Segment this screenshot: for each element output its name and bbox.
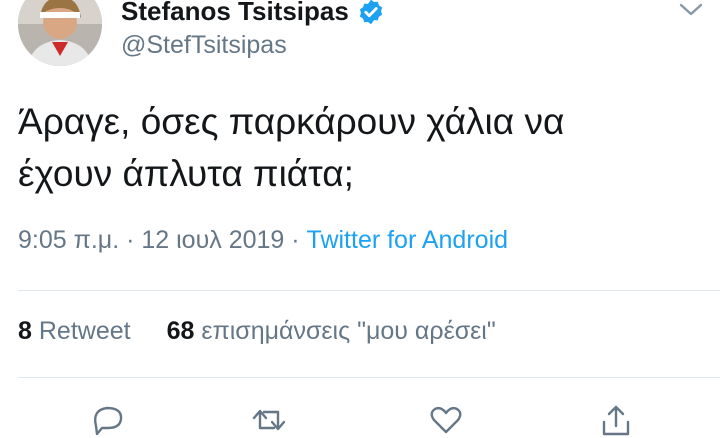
display-name[interactable]: Stefanos Tsitsipas (121, 0, 385, 27)
tweet-text: Άραγε, όσες παρκάρουν χάλια να έχουν άπλ… (18, 96, 698, 200)
tweet-text-line-1: Άραγε, όσες παρκάρουν χάλια να (18, 101, 565, 142)
display-name-text: Stefanos Tsitsipas (121, 0, 349, 26)
likes-stat[interactable]: 68 επισημάνσεις "μου αρέσει" (167, 317, 496, 345)
chevron-down-icon[interactable] (678, 2, 704, 18)
avatar[interactable] (18, 0, 102, 66)
verified-badge-icon (359, 0, 382, 24)
like-label: επισημάνσεις "μου αρέσει" (201, 317, 496, 345)
meta-separator: · (284, 226, 307, 254)
avatar-photo (18, 0, 102, 66)
retweet-icon[interactable] (250, 402, 288, 438)
heart-icon[interactable] (427, 402, 465, 438)
user-handle[interactable]: @StefTsitsipas (121, 31, 287, 60)
tweet-date[interactable]: 12 ιουλ 2019 (141, 226, 284, 254)
tweet-stats: 8 Retweet 68 επισημάνσεις "μου αρέσει" (18, 317, 496, 346)
reply-icon[interactable] (88, 402, 126, 438)
tweet-meta: 9:05 π.μ. · 12 ιουλ 2019 · Twitter for A… (18, 226, 508, 255)
retweet-count: 8 (18, 317, 32, 345)
tweet-text-line-2: έχουν άπλυτα πιάτα; (18, 153, 354, 194)
retweet-label: Retweet (38, 317, 131, 345)
divider (18, 377, 720, 378)
meta-separator: · (119, 226, 142, 254)
retweets-stat[interactable]: 8 Retweet (18, 317, 131, 345)
tweet-source-link[interactable]: Twitter for Android (307, 226, 508, 254)
tweet-time[interactable]: 9:05 π.μ. (18, 226, 119, 254)
divider (18, 290, 720, 291)
like-count: 68 (166, 317, 195, 345)
share-icon[interactable] (597, 402, 635, 438)
